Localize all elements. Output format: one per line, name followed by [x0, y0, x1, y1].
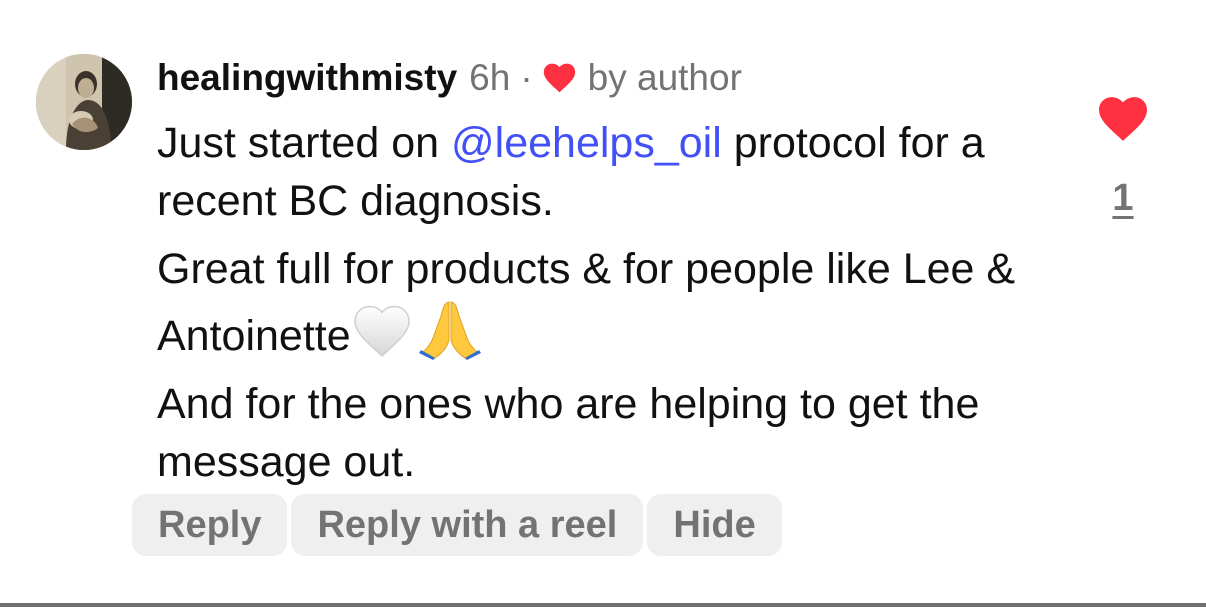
- liked-by-author-label: by author: [587, 57, 742, 98]
- comment-body: healingwithmisty 6h · by author Just sta…: [157, 56, 1057, 501]
- comment-paragraph-2: Great full for products & for people lik…: [157, 240, 1037, 365]
- folded-hands-icon: [418, 301, 481, 360]
- reply-with-reel-button[interactable]: Reply with a reel: [291, 494, 644, 556]
- meta-separator: ·: [520, 57, 533, 98]
- timestamp: 6h: [469, 57, 511, 98]
- profile-photo-icon: [36, 54, 132, 150]
- comment-item: healingwithmisty 6h · by author Just sta…: [0, 0, 1206, 607]
- comment-paragraph-1: Just started on @leehelps_oil protocol f…: [157, 114, 1037, 230]
- username-link[interactable]: healingwithmisty: [157, 56, 457, 100]
- comment-actions: Reply Reply with a reel Hide: [132, 494, 786, 556]
- like-heart-icon[interactable]: [1098, 96, 1148, 142]
- comment-text-segment: Great full for products & for people lik…: [157, 245, 1016, 360]
- like-count[interactable]: 1: [1092, 177, 1154, 220]
- white-heart-icon: [353, 305, 410, 358]
- hide-button[interactable]: Hide: [647, 494, 782, 556]
- comment-paragraph-3: And for the ones who are helping to get …: [157, 380, 980, 486]
- comment-meta: healingwithmisty 6h · by author: [157, 56, 1057, 100]
- like-column: 1: [1092, 96, 1154, 220]
- divider: [0, 603, 1206, 607]
- mention-link[interactable]: @leehelps_oil: [451, 119, 722, 167]
- comment-text-segment: Just started on: [157, 119, 451, 167]
- reply-button[interactable]: Reply: [132, 494, 288, 556]
- comment-text: Just started on @leehelps_oil protocol f…: [157, 114, 1037, 491]
- heart-icon: [543, 63, 575, 93]
- avatar[interactable]: [36, 54, 132, 150]
